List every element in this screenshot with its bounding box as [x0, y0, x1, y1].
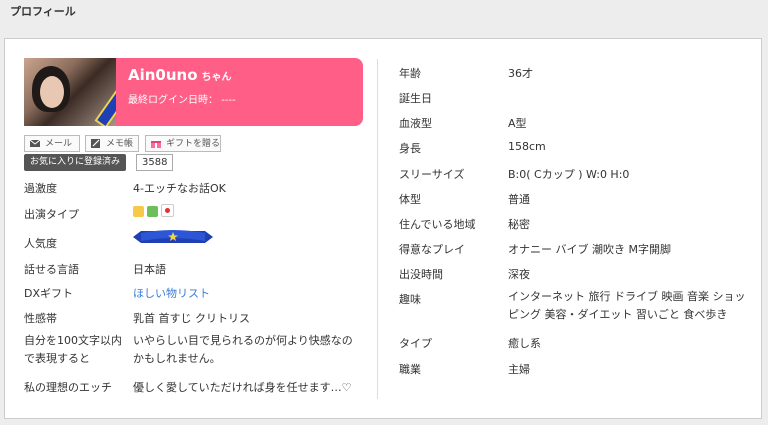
label-body-type: 体型: [399, 193, 421, 206]
label-height: 身長: [399, 142, 421, 155]
column-divider: [377, 59, 378, 399]
honorific: ちゃん: [201, 72, 232, 83]
rank-ribbon-icon: [94, 81, 116, 126]
value-ideal-sex: 優しく愛していただければ身を任せます…♡: [133, 381, 352, 394]
label-popularity: 人気度: [24, 237, 57, 250]
label-languages: 話せる言語: [24, 263, 79, 276]
mail-icon: [30, 140, 40, 147]
japan-flag-icon: [161, 204, 174, 217]
label-favorite-play: 得意なプレイ: [399, 243, 465, 256]
value-erogenous-zones: 乳首 首すじ クリトリス: [133, 312, 250, 325]
label-erogenous-zones: 性感帯: [24, 312, 57, 325]
mail-button-label: メール: [45, 139, 73, 149]
label-region: 住んでいる地域: [399, 218, 476, 231]
value-age: 36才: [508, 67, 533, 80]
value-languages: 日本語: [133, 263, 166, 276]
mail-button[interactable]: メール: [24, 135, 80, 152]
last-login: 最終ログイン日時： ----: [128, 95, 236, 106]
value-active-time: 深夜: [508, 268, 530, 281]
memo-button-label: メモ帳: [106, 139, 134, 149]
label-occupation: 職業: [399, 363, 421, 376]
section-title: プロフィール: [10, 5, 76, 18]
label-type: タイプ: [399, 337, 432, 350]
value-height: 158cm: [508, 140, 546, 153]
gift-button[interactable]: ギフトを贈る: [145, 135, 221, 152]
face-icon: [133, 206, 144, 217]
favorite-button[interactable]: お気に入りに登録済み: [24, 154, 127, 171]
profile-photo[interactable]: [24, 58, 116, 126]
label-measurements: スリーサイズ: [399, 168, 465, 181]
popularity-ribbon-icon: [133, 230, 213, 243]
label-intensity: 過激度: [24, 182, 57, 195]
label-age: 年齢: [399, 67, 421, 80]
value-favorite-play: オナニー バイブ 潮吹き M字開脚: [508, 243, 671, 256]
label-self-description: 自分を100文字以内で表現すると: [24, 334, 122, 365]
favorite-count: 3588: [136, 154, 174, 171]
value-hobbies: インターネット 旅行 ドライブ 映画 音楽 ショッピング 美容・ダイエット 習い…: [508, 290, 746, 321]
profile-name-line: Ain0uno ちゃん: [128, 66, 232, 84]
label-dx-gift: DXギフト: [24, 287, 74, 300]
value-body-type: 普通: [508, 193, 530, 206]
memo-button[interactable]: メモ帳: [85, 135, 139, 152]
gift-icon: [151, 139, 161, 148]
appearance-type-icons: [133, 204, 177, 220]
memo-icon: [91, 139, 100, 148]
value-blood-type: A型: [508, 117, 527, 130]
profile-header: Ain0uno ちゃん 最終ログイン日時： ----: [116, 58, 363, 126]
label-ideal-sex: 私の理想のエッチ: [24, 381, 112, 394]
label-appearance-type: 出演タイプ: [24, 208, 79, 221]
profile-name: Ain0uno: [128, 66, 198, 84]
photo-face: [40, 76, 64, 108]
value-region: 秘密: [508, 218, 530, 231]
value-measurements: B:0( Cカップ ) W:0 H:0: [508, 168, 630, 181]
gift-button-label: ギフトを贈る: [166, 139, 221, 149]
wishlist-link[interactable]: ほしい物リスト: [133, 285, 210, 301]
label-active-time: 出没時間: [399, 268, 443, 281]
value-self-description: いやらしい目で見られるのが何より快感なのかもしれません。: [133, 334, 353, 365]
label-hobbies: 趣味: [399, 293, 421, 306]
label-birthday: 誕生日: [399, 92, 432, 105]
profile-card: Ain0uno ちゃん 最終ログイン日時： ---- メール メモ帳 ギフトを贈る…: [4, 38, 762, 419]
value-intensity: 4-エッチなお話OK: [133, 182, 226, 195]
label-blood-type: 血液型: [399, 117, 432, 130]
value-occupation: 主婦: [508, 363, 530, 376]
value-type: 癒し系: [508, 337, 541, 350]
costume-icon: [147, 206, 158, 217]
